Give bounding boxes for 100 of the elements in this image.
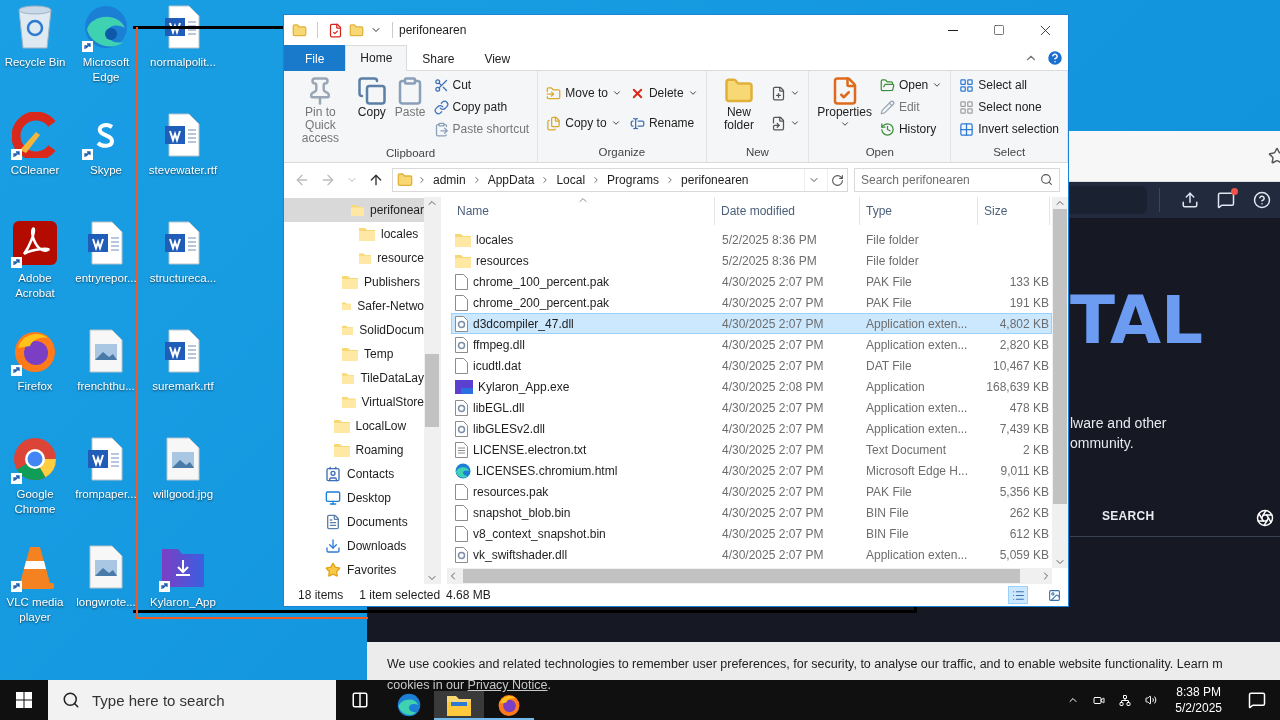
ribbon-button[interactable]: New folder (711, 74, 767, 146)
file-row[interactable]: libEGL.dll 4/30/2025 2:07 PM Application exten... 478 KB (451, 397, 1052, 418)
ribbon-button[interactable]: Properties (814, 74, 875, 146)
tree-item[interactable]: Publishers (284, 270, 424, 294)
folder-icon (455, 253, 471, 268)
ribbon-button[interactable]: Rename (626, 112, 701, 134)
tree-item[interactable]: TileDataLay (284, 366, 424, 390)
ribbon-button[interactable]: Move to (543, 82, 625, 104)
folder-icon (350, 203, 364, 217)
gear-file-icon (455, 399, 468, 416)
taskbar-search-field[interactable]: Type here to search (48, 680, 336, 720)
ribbon-tab[interactable]: File (284, 45, 346, 71)
file-row[interactable]: chrome_200_percent.pak 4/30/2025 2:07 PM PAK File 191 KB (451, 292, 1052, 313)
file-row[interactable]: chrome_100_percent.pak 4/30/2025 2:07 PM PAK File 133 KB (451, 271, 1052, 292)
gear-file-icon (455, 420, 468, 437)
gear-file-icon (455, 546, 468, 563)
type-cell-text: Microsoft Edge H... (865, 463, 970, 478)
file-row[interactable]: snapshot_blob.bin 4/30/2025 2:07 PM BIN File 262 KB (451, 502, 1052, 523)
tree-item[interactable]: LocalLow (284, 414, 424, 438)
grid-icon (959, 77, 975, 93)
size-cell-text: 2 KB (1022, 442, 1050, 457)
scrollbar-thumb[interactable] (463, 569, 1020, 583)
search-icon (62, 691, 80, 709)
file-row[interactable]: libGLESv2.dll 4/30/2025 2:07 PM Application exten... 7,439 KB (451, 418, 1052, 439)
ribbon-button[interactable]: Cut (430, 74, 533, 96)
tree-item[interactable]: Temp (284, 342, 424, 366)
ribbon-button[interactable]: Copy (353, 74, 390, 147)
tree-item[interactable]: perifonear (284, 198, 424, 222)
privacy-link[interactable]: Privacy Notice (467, 678, 548, 692)
folder-icon (333, 443, 350, 457)
ribbon-button[interactable]: Delete (626, 82, 701, 104)
tree-item[interactable]: Desktop (284, 486, 424, 510)
file-row[interactable]: vk_swiftshader.dll 4/30/2025 2:07 PM Application exten... 5,059 KB (451, 544, 1052, 565)
scrollbar[interactable] (424, 197, 440, 584)
file-name: resources.pak (473, 484, 549, 499)
files-icon (546, 115, 562, 131)
ribbon-button[interactable]: Open (876, 74, 946, 96)
ribbon-button[interactable]: Copy to (543, 112, 625, 134)
search-tab[interactable]: SEARCH (1102, 509, 1155, 523)
ribbon-button[interactable]: Select none (956, 96, 1062, 118)
notification-icon (1248, 691, 1266, 709)
ribbon-tab[interactable]: Share (407, 45, 470, 71)
tree-item[interactable]: SolidDocum (284, 318, 424, 342)
breadcrumb[interactable]: AppData (485, 173, 537, 187)
ribbon-tab[interactable]: View (469, 45, 526, 71)
site-search-field[interactable] (1069, 186, 1148, 214)
breadcrumb[interactable]: Local (554, 173, 588, 187)
tree-item[interactable]: Documents (284, 510, 424, 534)
selection-status: 1 item selected (359, 588, 441, 602)
type-cell-text: PAK File (865, 484, 913, 499)
clock[interactable]: 8:38 PM 5/2/2025 (1165, 684, 1232, 716)
item-count: 18 items (298, 588, 344, 602)
file-row[interactable]: resources 5/2/2025 8:36 PM File folder (451, 250, 1052, 271)
icon-label: Recycle Bin (4, 55, 66, 70)
file-row[interactable]: Kylaron_App.exe 4/30/2025 2:08 PM Application 168,639 KB (451, 376, 1052, 397)
tree-item[interactable]: Favorites (284, 558, 424, 582)
tree-item[interactable]: VirtualStore (284, 390, 424, 414)
file-row[interactable]: d3dcompiler_47.dll 4/30/2025 2:07 PM Application exten... 4,802 KB (451, 313, 1052, 334)
tree-item[interactable]: Downloads (284, 534, 424, 558)
file-row[interactable]: LICENSES.chromium.html 4/30/2025 2:07 PM Microsoft Edge H... 9,011 KB (451, 460, 1052, 481)
ribbon-button[interactable]: Select all (956, 74, 1062, 96)
scrollbar-thumb[interactable] (1053, 209, 1067, 504)
tree-item[interactable]: Safer-Netwo (284, 294, 424, 318)
file-row[interactable]: v8_context_snapshot.bin 4/30/2025 2:07 PM BIN File 612 KB (451, 523, 1052, 544)
grid-icon (959, 99, 975, 115)
properties-icon[interactable] (328, 22, 343, 38)
tree-item[interactable]: locales (284, 222, 424, 246)
breadcrumb[interactable]: perifonearen (679, 173, 751, 187)
file-name: ffmpeg.dll (473, 337, 525, 352)
file-icon (455, 294, 468, 311)
ribbon-button[interactable]: Copy path (430, 96, 533, 118)
address-bar[interactable]: admin AppData Local Programs perifonearen (392, 168, 848, 192)
file-row[interactable]: ffmpeg.dll 4/30/2025 2:07 PM Application exten... 2,820 KB (451, 334, 1052, 355)
breadcrumb[interactable]: Programs (605, 173, 662, 187)
tree-item[interactable]: Contacts (284, 462, 424, 486)
date-cell-text: 4/30/2025 2:07 PM (721, 358, 825, 373)
clipboard-icon (433, 121, 449, 137)
icon-label: Kylaron_App (150, 595, 216, 610)
icon-label: willgood.jpg (152, 487, 214, 502)
ribbon-tab[interactable]: Home (345, 45, 408, 71)
icon-label: entryrepor... (75, 271, 137, 286)
horizontal-scrollbar[interactable] (447, 568, 1052, 584)
ribbon-button[interactable]: History (876, 118, 946, 140)
file-row[interactable]: locales 5/2/2025 8:36 PM File folder (451, 229, 1052, 250)
pencil-icon (879, 99, 895, 115)
taskbar-app-button[interactable] (434, 691, 484, 720)
scrollbar-thumb[interactable] (425, 354, 439, 427)
breadcrumb[interactable]: admin (431, 173, 468, 187)
file-row[interactable]: icudtl.dat 4/30/2025 2:07 PM DAT File 10,467 KB (451, 355, 1052, 376)
search-field[interactable]: Search perifonearen (854, 168, 1060, 192)
ribbon-button[interactable]: Invert selection (956, 118, 1062, 140)
gear-file-icon (455, 315, 468, 332)
scrollbar[interactable] (1052, 197, 1068, 568)
tree-item[interactable]: resource (284, 246, 424, 270)
size-cell-text: 10,467 KB (991, 358, 1050, 373)
tree-item[interactable]: Roaming (284, 438, 424, 462)
details-view-button[interactable] (1008, 586, 1028, 604)
file-row[interactable]: LICENSE.electron.txt 4/30/2025 2:07 PM Text Document 2 KB (451, 439, 1052, 460)
file-row[interactable]: resources.pak 4/30/2025 2:07 PM PAK File 5,356 KB (451, 481, 1052, 502)
search-icon (1040, 173, 1053, 186)
